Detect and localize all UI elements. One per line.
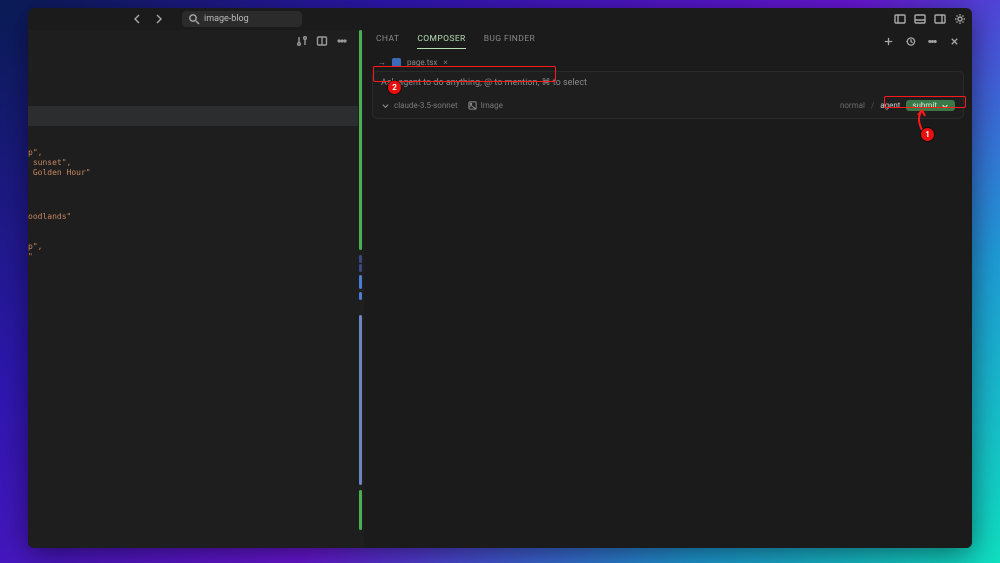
new-chat-icon[interactable]	[882, 35, 894, 47]
composer-footer-right: normal / agent submit	[840, 100, 955, 111]
model-label: claude-3.5-sonnet	[394, 101, 458, 110]
attach-label: Image	[481, 101, 503, 110]
context-crumb: → page.tsx ×	[364, 52, 972, 71]
mode-sep: /	[871, 101, 874, 110]
composer-input[interactable]: Ask agent to do anything, @ to mention, …	[373, 72, 963, 94]
panel-more-icon[interactable]	[926, 35, 938, 47]
annotation-badge-2: 2	[388, 81, 401, 94]
code-text: p",	[28, 242, 42, 251]
app-body: p", sunset", Golden Hour" oodlands" p", …	[28, 30, 972, 548]
tab-chat[interactable]: CHAT	[376, 34, 399, 49]
gutter-mark	[359, 275, 362, 289]
titlebar-search-text: image-blog	[204, 14, 249, 24]
editor-pane: p", sunset", Golden Hour" oodlands" p", …	[28, 30, 358, 548]
titlebar-right	[894, 13, 966, 25]
code-text: p",	[28, 148, 42, 157]
panel-left-icon[interactable]	[894, 13, 906, 25]
panel-right-icon[interactable]	[934, 13, 946, 25]
gutter-modified	[359, 315, 362, 485]
panel-tabs-left: CHAT COMPOSER BUG FINDER	[376, 34, 535, 49]
settings-gear-icon[interactable]	[954, 13, 966, 25]
panel-bottom-icon[interactable]	[914, 13, 926, 25]
composer-pane: CHAT COMPOSER BUG FINDER → page.tsx	[364, 30, 972, 548]
gutter-added	[359, 30, 362, 250]
crumb-close-icon[interactable]: ×	[443, 58, 447, 67]
titlebar-left: image-blog	[34, 11, 302, 27]
tab-composer[interactable]: COMPOSER	[417, 34, 465, 49]
file-icon	[392, 58, 401, 67]
code-area[interactable]: p", sunset", Golden Hour" oodlands" p", …	[28, 52, 358, 548]
titlebar-search[interactable]: image-blog	[182, 11, 302, 27]
mode-agent[interactable]: agent	[880, 101, 900, 110]
editor-toolbar	[28, 30, 358, 52]
crumb-arrow-icon: →	[378, 58, 386, 67]
split-editor-icon[interactable]	[316, 35, 328, 47]
code-selection-line	[28, 106, 358, 116]
history-icon[interactable]	[904, 35, 916, 47]
code-text: Golden Hour"	[28, 168, 91, 177]
gutter-mark	[359, 292, 362, 300]
crumb-file-name[interactable]: page.tsx	[407, 58, 437, 67]
nav-forward-icon[interactable]	[152, 13, 164, 25]
composer-footer: claude-3.5-sonnet Image normal / agent	[373, 94, 963, 118]
search-icon	[188, 13, 200, 25]
gutter-added	[359, 490, 362, 530]
compare-changes-icon[interactable]	[296, 35, 308, 47]
annotation-badge-1: 1	[921, 128, 934, 141]
code-text: "	[28, 252, 33, 261]
panel-tabs: CHAT COMPOSER BUG FINDER	[364, 30, 972, 52]
titlebar: image-blog	[28, 8, 972, 30]
code-text: sunset",	[28, 158, 71, 167]
model-picker[interactable]: claude-3.5-sonnet	[381, 101, 458, 110]
composer-footer-left: claude-3.5-sonnet Image	[381, 101, 503, 110]
mode-normal[interactable]: normal	[840, 101, 865, 110]
code-selection-line	[28, 116, 358, 126]
panel-tabs-right	[882, 35, 960, 47]
app-window: image-blog	[28, 8, 972, 548]
gutter-mark	[359, 264, 362, 272]
attach-image[interactable]: Image	[468, 101, 503, 110]
composer-card: Ask agent to do anything, @ to mention, …	[372, 71, 964, 119]
nav-back-icon[interactable]	[132, 13, 144, 25]
desktop-wallpaper: image-blog	[0, 0, 1000, 563]
nav-arrows	[132, 13, 164, 25]
gutter-mark	[359, 255, 362, 263]
more-icon[interactable]	[336, 35, 348, 47]
panel-close-icon[interactable]	[948, 35, 960, 47]
code-text: oodlands"	[28, 212, 71, 221]
tab-bug-finder[interactable]: BUG FINDER	[484, 34, 535, 49]
